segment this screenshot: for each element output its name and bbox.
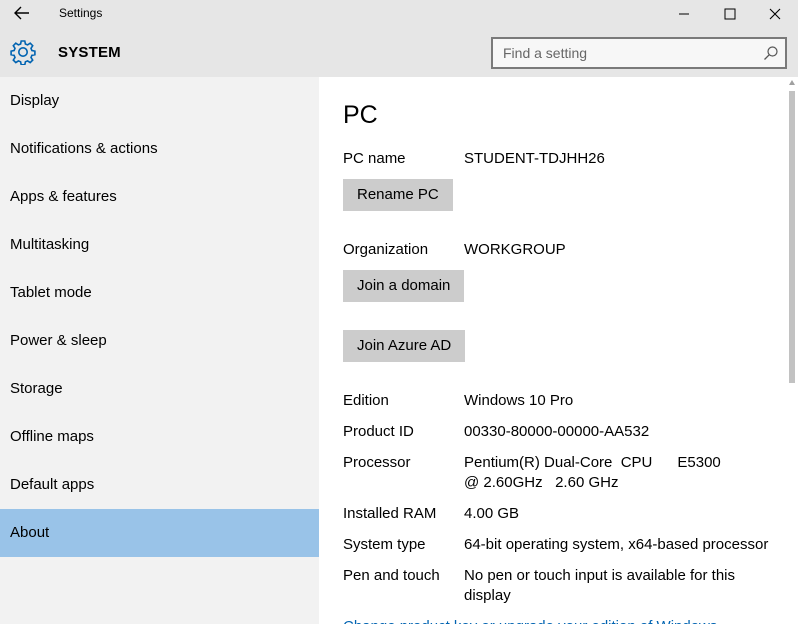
sidebar-item-offline-maps[interactable]: Offline maps <box>0 413 319 461</box>
bottom-edge <box>0 624 798 628</box>
sidebar-item-power-sleep[interactable]: Power & sleep <box>0 317 319 365</box>
product-id-value: 00330-80000-00000-AA532 <box>464 423 650 440</box>
sidebar: Display Notifications & actions Apps & f… <box>0 77 319 628</box>
maximize-icon <box>724 8 736 19</box>
page-title: PC <box>343 101 378 129</box>
installed-ram-value: 4.00 GB <box>464 505 520 522</box>
organization-value: WORKGROUP <box>464 241 566 258</box>
section-title: SYSTEM <box>58 44 121 61</box>
sidebar-item-multitasking[interactable]: Multitasking <box>0 221 319 269</box>
join-domain-button[interactable]: Join a domain <box>343 270 465 302</box>
close-button[interactable] <box>752 0 798 27</box>
sidebar-item-notifications[interactable]: Notifications & actions <box>0 125 319 173</box>
search-input[interactable]: Find a setting <box>491 37 787 69</box>
sidebar-item-tablet-mode[interactable]: Tablet mode <box>0 269 319 317</box>
window-title: Settings <box>59 6 103 20</box>
settings-header: SYSTEM Find a setting <box>0 27 798 77</box>
processor-label: Processor <box>343 454 411 471</box>
close-icon <box>769 8 781 19</box>
pen-touch-value: No pen or touch input is available for t… <box>464 567 735 604</box>
scrollbar-thumb[interactable] <box>789 91 795 383</box>
processor-value: Pentium(R) Dual-Core CPU E5300 @ 2.60GHz… <box>464 454 730 491</box>
edition-label: Edition <box>343 392 389 409</box>
sidebar-item-storage[interactable]: Storage <box>0 365 319 413</box>
scrollbar[interactable] <box>786 77 798 628</box>
maximize-button[interactable] <box>707 0 753 27</box>
edition-value: Windows 10 Pro <box>464 392 574 409</box>
installed-ram-label: Installed RAM <box>343 505 437 522</box>
back-arrow-icon[interactable] <box>10 3 34 23</box>
pc-name-value: STUDENT-TDJHH26 <box>464 150 605 167</box>
main-content: PC PC name STUDENT-TDJHH26 Rename PC Org… <box>319 77 798 628</box>
pc-name-label: PC name <box>343 150 406 167</box>
rename-pc-button[interactable]: Rename PC <box>343 179 453 211</box>
sidebar-item-default-apps[interactable]: Default apps <box>0 461 319 509</box>
system-type-label: System type <box>343 536 426 553</box>
gear-icon <box>10 39 36 66</box>
join-azure-ad-button[interactable]: Join Azure AD <box>343 330 466 362</box>
sidebar-item-apps-features[interactable]: Apps & features <box>0 173 319 221</box>
organization-label: Organization <box>343 241 429 258</box>
scroll-up-icon[interactable] <box>789 80 795 85</box>
pen-touch-label: Pen and touch <box>343 567 440 584</box>
sidebar-item-about[interactable]: About <box>0 509 319 557</box>
search-placeholder: Find a setting <box>503 45 588 61</box>
sidebar-item-display[interactable]: Display <box>0 77 319 125</box>
minimize-icon <box>679 13 689 14</box>
search-icon[interactable] <box>763 45 779 61</box>
system-type-value: 64-bit operating system, x64-based proce… <box>464 536 769 553</box>
title-bar: Settings <box>0 0 798 27</box>
minimize-button[interactable] <box>661 0 707 27</box>
product-id-label: Product ID <box>343 423 414 440</box>
